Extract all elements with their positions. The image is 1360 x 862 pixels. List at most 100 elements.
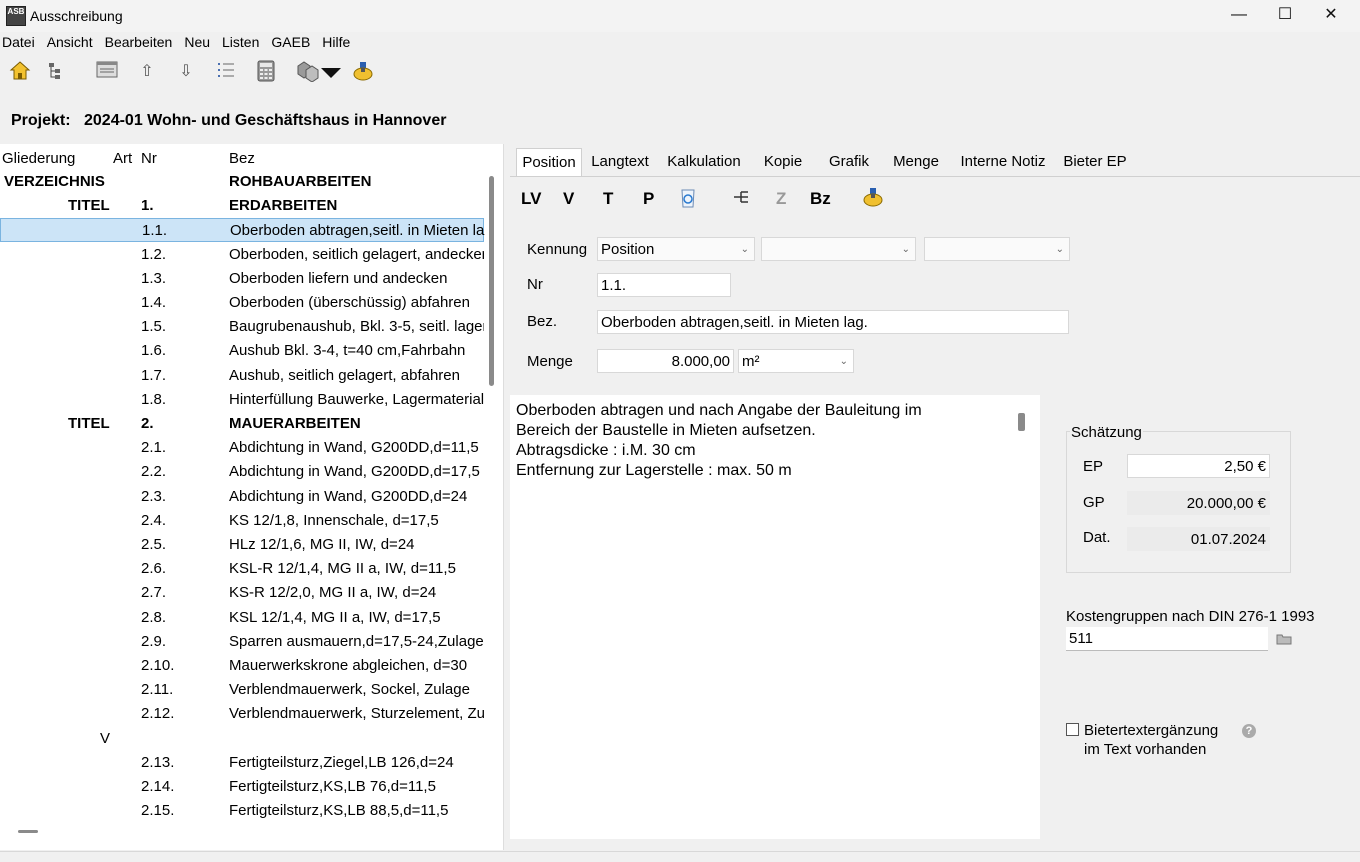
- langtext-area[interactable]: Oberboden abtragen und nach Angabe der B…: [510, 395, 1040, 839]
- tab-langtext[interactable]: Langtext: [584, 148, 656, 176]
- menu-bearbeiten[interactable]: Bearbeiten: [103, 32, 179, 52]
- tree-cell-bez: Mauerwerkskrone abgleichen, d=30: [229, 657, 468, 674]
- tree-cell-bez: KS-R 12/2,0, MG II a, IW, d=24: [229, 584, 437, 602]
- tree-row[interactable]: 2.1. Abdichtung in Wand, G200DD,d=11,5: [0, 436, 484, 460]
- tab-interne-notiz[interactable]: Interne Notiz: [951, 148, 1055, 176]
- arrow-down-icon[interactable]: ⇩: [174, 60, 198, 84]
- bez-field[interactable]: Oberboden abtragen,seitl. in Mieten lag.: [597, 310, 1069, 334]
- kostengruppen-field[interactable]: 511: [1066, 627, 1268, 651]
- nav-bz-button[interactable]: Bz: [810, 189, 831, 209]
- help-icon[interactable]: ?: [1242, 724, 1256, 738]
- tree-horizontal-scrollbar[interactable]: [18, 830, 38, 833]
- tree-row[interactable]: 2.7. KS-R 12/2,0, MG II a, IW, d=24: [0, 581, 484, 605]
- tree-row[interactable]: 2.8. KSL 12/1,4, MG II a, IW, d=17,5: [0, 606, 484, 630]
- kennung-select-2[interactable]: ⌄: [761, 237, 916, 261]
- menu-neu[interactable]: Neu: [182, 32, 216, 52]
- puzzle-dropdown-icon[interactable]: [294, 60, 344, 84]
- tree-icon[interactable]: [44, 60, 68, 84]
- detail-panel: Position Langtext Kalkulation Kopie Graf…: [510, 144, 1360, 851]
- tree-row[interactable]: 1.6. Aushub Bkl. 3-4, t=40 cm,Fahrbahn: [0, 339, 484, 363]
- column-header-bez[interactable]: Bez: [229, 150, 255, 167]
- tree-row[interactable]: 2.5. HLz 12/1,6, MG II, IW, d=24: [0, 533, 484, 557]
- maximize-button[interactable]: ☐: [1262, 0, 1308, 32]
- menu-gaeb[interactable]: GAEB: [269, 32, 316, 52]
- lv-tree-panel[interactable]: Gliederung Art Nr Bez VERZEICHNIS ROHBAUA…: [0, 144, 504, 850]
- tab-menge[interactable]: Menge: [886, 148, 946, 176]
- tree-row[interactable]: 2.12. Verblendmauerwerk, Sturzelement, Zu…: [0, 702, 484, 726]
- calculator-icon[interactable]: [254, 60, 278, 84]
- kostengruppen-label: Kostengruppen nach DIN 276-1 1993: [1066, 608, 1315, 625]
- column-header-nr[interactable]: Nr: [141, 150, 157, 167]
- langtext-scrollbar[interactable]: [1018, 413, 1025, 431]
- schaetzung-title: Schätzung: [1070, 424, 1143, 441]
- nav-v-button[interactable]: V: [563, 189, 574, 209]
- minimize-button[interactable]: —: [1216, 0, 1262, 32]
- tree-row[interactable]: 1.4. Oberboden (überschüssig) abfahren: [0, 291, 484, 315]
- tree-row[interactable]: 2.11. Verblendmauerwerk, Sockel, Zulage: [0, 678, 484, 702]
- home-icon[interactable]: [8, 60, 32, 84]
- chevron-down-icon: ⌄: [1055, 244, 1064, 255]
- menu-ansicht[interactable]: Ansicht: [45, 32, 99, 52]
- column-header-art[interactable]: Art: [113, 150, 132, 167]
- tree-row[interactable]: V: [0, 727, 484, 751]
- tree-row[interactable]: 1.2. Oberboden, seitlich gelagert, andeck…: [0, 243, 484, 267]
- menu-datei[interactable]: Datei: [0, 32, 41, 52]
- tree-row[interactable]: 2.6. KSL-R 12/1,4, MG II a, IW, d=11,5: [0, 557, 484, 581]
- column-header-gliederung[interactable]: Gliederung: [2, 150, 75, 167]
- nav-lv-button[interactable]: LV: [521, 189, 541, 209]
- tree-row[interactable]: 2.13. Fertigteilsturz,Ziegel,LB 126,d=24: [0, 751, 484, 775]
- bietertext-checkbox[interactable]: [1066, 723, 1079, 736]
- tree-row[interactable]: 1.5. Baugrubenaushub, Bkl. 3-5, seitl. la…: [0, 315, 484, 339]
- tree-cell-nr: 2.6.: [141, 560, 167, 578]
- tree-row[interactable]: 2.14. Fertigteilsturz,KS,LB 76,d=11,5: [0, 775, 484, 799]
- tree-cell-bez: Fertigteilsturz,KS,LB 76,d=11,5: [229, 778, 436, 795]
- folder-icon[interactable]: [1276, 632, 1292, 650]
- tree-row[interactable]: TITEL 2. MAUERARBEITEN: [0, 412, 484, 436]
- kennung-select[interactable]: Position ⌄: [597, 237, 755, 261]
- tab-kalkulation[interactable]: Kalkulation: [660, 148, 748, 176]
- ep-field[interactable]: 2,50 €: [1127, 454, 1270, 478]
- recycle-icon[interactable]: [679, 187, 697, 213]
- tree-row[interactable]: 2.10. Mauerwerkskrone abgleichen, d=30: [0, 654, 484, 678]
- menu-listen[interactable]: Listen: [220, 32, 265, 52]
- nr-field[interactable]: 1.1.: [597, 273, 731, 297]
- tab-bieter-ep[interactable]: Bieter EP: [1059, 148, 1131, 176]
- tree-branch-icon[interactable]: [732, 189, 750, 209]
- tree-cell-bez: HLz 12/1,6, MG II, IW, d=24: [229, 536, 415, 553]
- plugin-icon[interactable]: [351, 60, 375, 84]
- tab-grafik[interactable]: Grafik: [816, 148, 882, 176]
- tree-row[interactable]: TITEL 1. ERDARBEITEN: [0, 194, 484, 218]
- ep-label: EP: [1083, 458, 1104, 475]
- menge-field[interactable]: 8.000,00: [597, 349, 734, 373]
- window-icon[interactable]: [95, 60, 119, 84]
- tab-position[interactable]: Position: [516, 148, 582, 177]
- tree-row[interactable]: 2.4. KS 12/1,8, Innenschale, d=17,5: [0, 509, 484, 533]
- tree-row[interactable]: 1.1. Oberboden abtragen,seitl. in Mieten …: [0, 218, 485, 243]
- nav-t-button[interactable]: T: [603, 189, 613, 209]
- tree-row[interactable]: 2.2. Abdichtung in Wand, G200DD,d=17,5: [0, 460, 484, 484]
- tree-row[interactable]: VERZEICHNIS ROHBAUARBEITEN: [0, 170, 484, 194]
- tree-row[interactable]: 2.15. Fertigteilsturz,KS,LB 88,5,d=11,5: [0, 799, 484, 823]
- nav-z-button[interactable]: Z: [776, 189, 786, 209]
- plugin-icon[interactable]: [862, 186, 884, 212]
- einheit-select[interactable]: m² ⌄: [738, 349, 854, 373]
- tree-row[interactable]: 1.3. Oberboden liefern und andecken: [0, 267, 484, 291]
- nav-p-button[interactable]: P: [643, 189, 654, 209]
- tree-row[interactable]: 1.8. Hinterfüllung Bauwerke, Lagermateria…: [0, 388, 484, 412]
- tree-row[interactable]: 2.9. Sparren ausmauern,d=17,5-24,Zulage: [0, 630, 484, 654]
- tree-row[interactable]: 2.3. Abdichtung in Wand, G200DD,d=24: [0, 485, 484, 509]
- tree-cell-nr: 2.8.: [141, 608, 167, 626]
- chevron-down-icon: ⌄: [839, 356, 848, 367]
- tree-cell-gliederung: VERZEICHNIS: [4, 173, 105, 190]
- tree-vertical-scrollbar[interactable]: [489, 176, 494, 386]
- tree-cell-nr: 2.9.: [141, 632, 167, 650]
- tab-kopie[interactable]: Kopie: [754, 148, 812, 176]
- menu-hilfe[interactable]: Hilfe: [320, 32, 356, 52]
- arrow-up-icon[interactable]: ⇧: [135, 60, 159, 84]
- numbered-list-icon[interactable]: [214, 60, 238, 84]
- kennung-select-3[interactable]: ⌄: [924, 237, 1070, 261]
- tree-row[interactable]: 1.7. Aushub, seitlich gelagert, abfahren: [0, 364, 484, 388]
- close-button[interactable]: ✕: [1308, 0, 1354, 32]
- tree-cell-nr: 2.4.: [141, 511, 167, 529]
- window-title: Ausschreibung: [30, 8, 123, 24]
